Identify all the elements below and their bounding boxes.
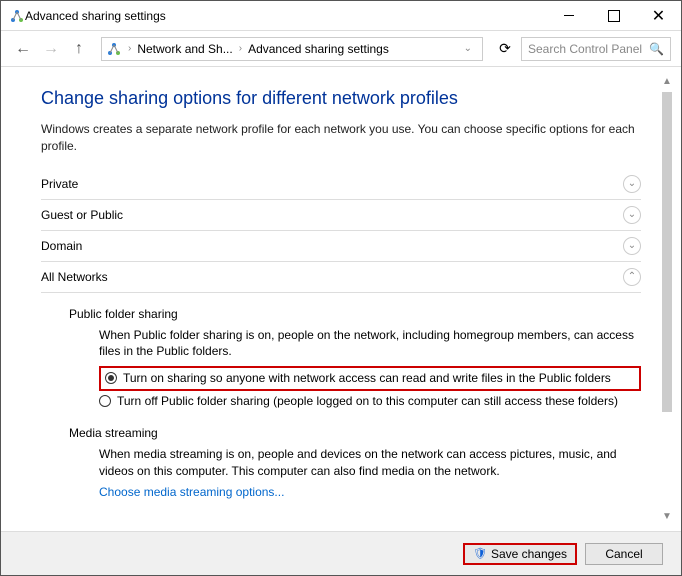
breadcrumb[interactable]: › Network and Sh... › Advanced sharing s… xyxy=(101,37,483,61)
shield-icon: 🛡 xyxy=(473,547,487,560)
forward-button[interactable]: → xyxy=(39,37,63,61)
radio-icon xyxy=(105,372,117,384)
section-all-networks[interactable]: All Networks ⌃ xyxy=(41,262,641,293)
radio-turn-on-sharing[interactable]: Turn on sharing so anyone with network a… xyxy=(99,366,641,391)
media-streaming-link[interactable]: Choose media streaming options... xyxy=(69,485,641,499)
page-heading: Change sharing options for different net… xyxy=(41,88,641,109)
cancel-button[interactable]: Cancel xyxy=(585,543,663,565)
public-folder-desc: When Public folder sharing is on, people… xyxy=(69,327,641,361)
titlebar: Advanced sharing settings ✕ xyxy=(1,1,681,31)
window-title: Advanced sharing settings xyxy=(25,9,546,23)
chevron-down-icon: ⌄ xyxy=(623,206,641,224)
cancel-label: Cancel xyxy=(605,547,642,561)
section-private[interactable]: Private ⌄ xyxy=(41,169,641,200)
section-label: Guest or Public xyxy=(41,208,623,222)
search-icon: 🔍 xyxy=(649,42,664,56)
all-networks-expanded: Public folder sharing When Public folder… xyxy=(41,293,641,500)
public-folder-radio-group: Turn on sharing so anyone with network a… xyxy=(69,366,641,412)
radio-label: Turn on sharing so anyone with network a… xyxy=(123,370,611,387)
chevron-up-icon: ⌃ xyxy=(623,268,641,286)
chevron-right-icon: › xyxy=(124,43,135,54)
back-button[interactable]: ← xyxy=(11,37,35,61)
section-domain[interactable]: Domain ⌄ xyxy=(41,231,641,262)
media-streaming-desc: When media streaming is on, people and d… xyxy=(69,446,641,480)
radio-turn-off-sharing[interactable]: Turn off Public folder sharing (people l… xyxy=(99,391,641,412)
radio-icon xyxy=(99,395,111,407)
crumb-advanced[interactable]: Advanced sharing settings xyxy=(248,42,389,56)
up-button[interactable]: ↑ xyxy=(67,37,91,61)
close-button[interactable]: ✕ xyxy=(636,1,681,30)
refresh-button[interactable]: ⟳ xyxy=(493,37,517,61)
window-controls: ✕ xyxy=(546,1,681,30)
search-input[interactable]: Search Control Panel 🔍 xyxy=(521,37,671,61)
save-label: Save changes xyxy=(491,547,567,561)
maximize-button[interactable] xyxy=(591,1,636,30)
crumb-network[interactable]: Network and Sh... xyxy=(137,42,232,56)
scroll-thumb[interactable] xyxy=(662,92,672,412)
minimize-button[interactable] xyxy=(546,1,591,30)
media-streaming-title: Media streaming xyxy=(69,426,641,440)
content-area: Change sharing options for different net… xyxy=(1,68,681,531)
footer-bar: 🛡 Save changes Cancel xyxy=(1,531,681,575)
section-label: Private xyxy=(41,177,623,191)
section-guest[interactable]: Guest or Public ⌄ xyxy=(41,200,641,231)
page-subtext: Windows creates a separate network profi… xyxy=(41,121,641,155)
scroll-up-icon[interactable]: ▲ xyxy=(659,76,675,92)
network-icon xyxy=(9,8,25,24)
scroll-down-icon[interactable]: ▼ xyxy=(659,511,675,527)
network-icon xyxy=(106,41,122,57)
chevron-down-icon: ⌄ xyxy=(623,175,641,193)
chevron-down-icon[interactable]: ⌄ xyxy=(462,43,474,54)
radio-label: Turn off Public folder sharing (people l… xyxy=(117,393,618,410)
section-label: Domain xyxy=(41,239,623,253)
scrollbar[interactable]: ▲ ▼ xyxy=(659,76,675,527)
section-label: All Networks xyxy=(41,270,623,284)
chevron-right-icon: › xyxy=(235,43,246,54)
search-placeholder: Search Control Panel xyxy=(528,42,642,56)
save-button[interactable]: 🛡 Save changes xyxy=(463,543,577,565)
nav-toolbar: ← → ↑ › Network and Sh... › Advanced sha… xyxy=(1,31,681,67)
chevron-down-icon: ⌄ xyxy=(623,237,641,255)
public-folder-title: Public folder sharing xyxy=(69,307,641,321)
